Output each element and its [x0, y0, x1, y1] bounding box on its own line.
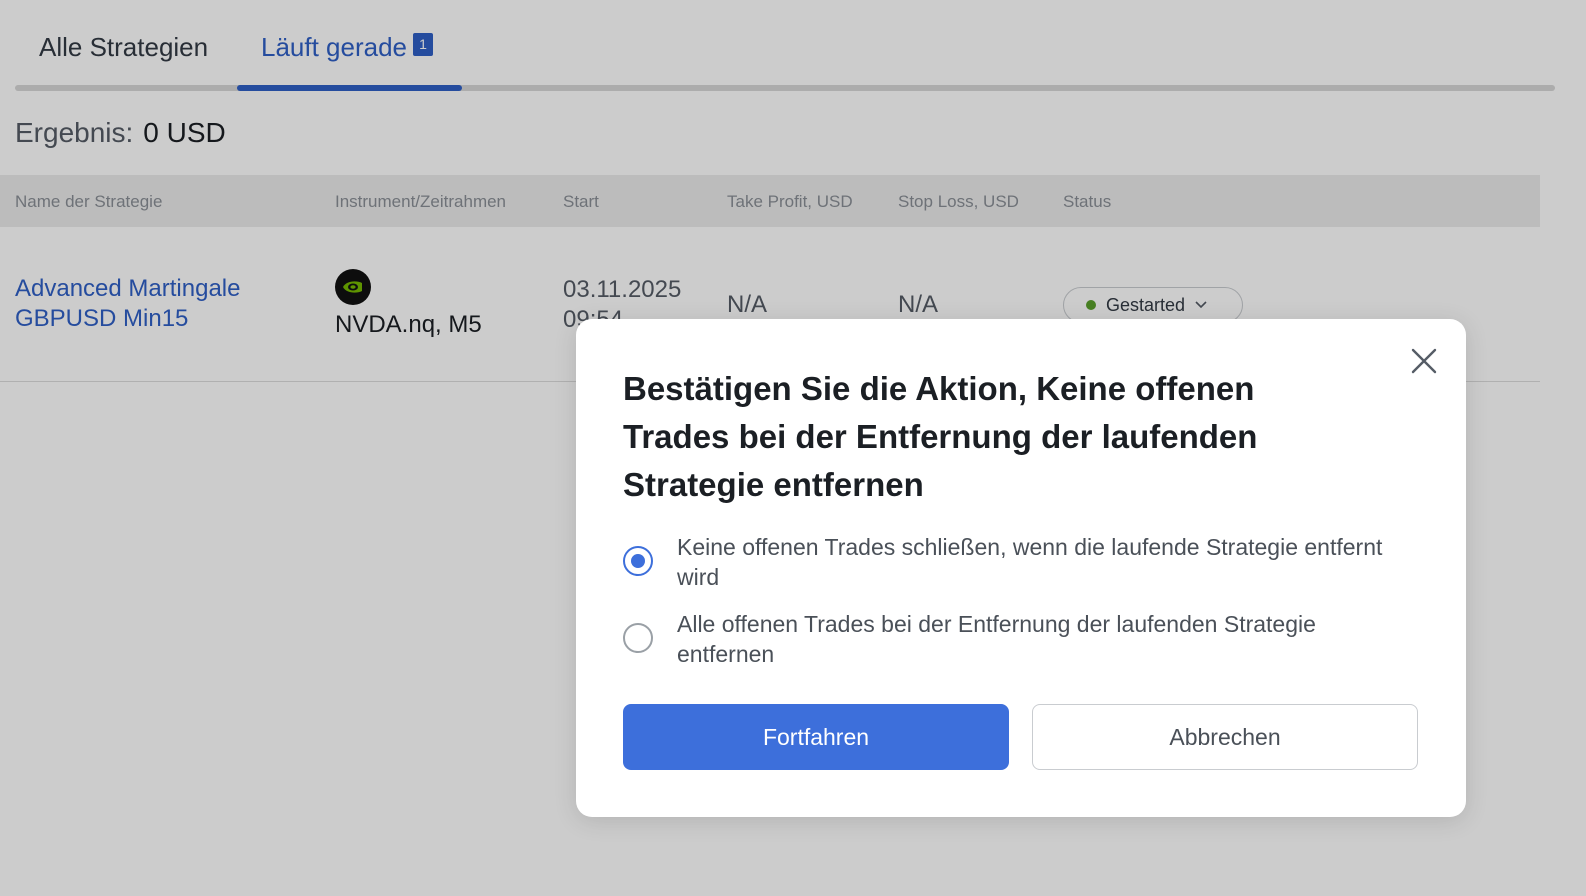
confirm-dialog: Bestätigen Sie die Aktion, Keine offenen… — [576, 319, 1466, 817]
cancel-button[interactable]: Abbrechen — [1032, 704, 1418, 770]
continue-button[interactable]: Fortfahren — [623, 704, 1009, 770]
page: Alle Strategien Läuft gerade 1 Ergebnis: 0… — [0, 0, 1586, 896]
close-icon[interactable] — [1410, 347, 1438, 375]
dialog-title: Bestätigen Sie die Aktion, Keine offenen… — [623, 370, 1258, 503]
option-keep-trades-label: Keine offenen Trades schließen, wenn die… — [677, 534, 1383, 590]
radio-keep-trades[interactable] — [623, 546, 653, 576]
option-close-trades-label: Alle offenen Trades bei der Entfernung d… — [677, 611, 1316, 667]
radio-close-trades[interactable] — [623, 623, 653, 653]
